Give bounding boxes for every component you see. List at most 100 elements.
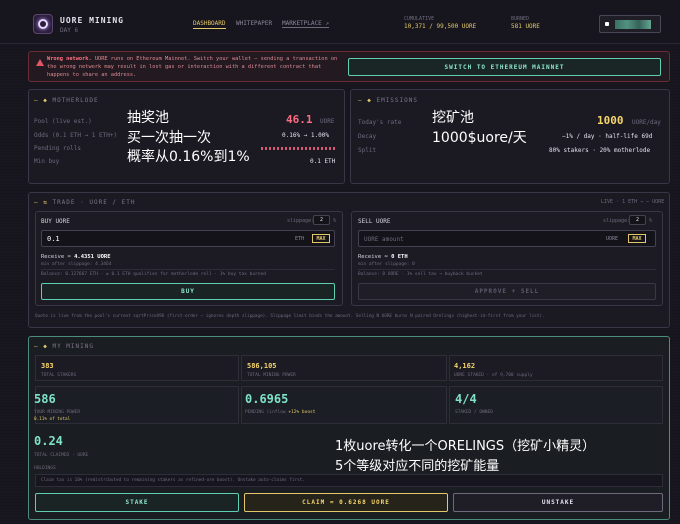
trade-title: TRADE · UORE / ETH	[52, 199, 136, 206]
buy-balance: Balance: 0.127667 ETH · ≥ 0.1 ETH qualif…	[41, 272, 266, 277]
nav-whitepaper[interactable]: WHITEPAPER	[236, 20, 272, 27]
odds-label: Odds (0.1 ETH → 1 ETH+)	[34, 132, 118, 139]
staked-supply: · of 9,700 supply	[486, 373, 533, 378]
motherlode-note-1: 抽奖池	[127, 110, 169, 126]
rate-label: Today's rate	[358, 119, 402, 126]
switch-network-button[interactable]: SWITCH TO ETHEREUM MAINNET	[348, 58, 661, 76]
rate-unit: UORE/day	[632, 119, 661, 126]
pool-value: 46.1	[286, 113, 313, 126]
sell-max-button[interactable]: MAX	[628, 234, 646, 243]
pending-label-main: PENDING (inflow	[245, 410, 286, 415]
motherlode-note-2: 买一次抽一次	[127, 130, 211, 146]
emissions-note-1: 挖矿池	[432, 110, 474, 126]
pickaxe-icon: — ◆	[34, 343, 53, 350]
nav-dashboard[interactable]: DASHBOARD	[193, 20, 226, 29]
sell-divider	[358, 269, 656, 270]
min-buy-value: 0.1 ETH	[310, 158, 336, 165]
motherlode-title: MOTHERLODE	[52, 97, 99, 104]
day-label: DAY 6	[60, 27, 79, 34]
claimed-value: 0.24	[34, 434, 63, 448]
mining-header: — ◆ MY MINING	[34, 343, 94, 350]
buy-button[interactable]: BUY	[41, 283, 335, 300]
trade-header: — ⇆ TRADE · UORE / ETH	[34, 199, 135, 206]
buy-slippage-input[interactable]: 2	[313, 215, 330, 225]
stakers-label: TOTAL STAKERS	[41, 373, 77, 378]
sell-receive-value: 0 ETH	[391, 254, 408, 260]
decay-label: Decay	[358, 133, 377, 140]
sell-title: SELL UORE	[358, 218, 391, 225]
buy-unit: ETH	[295, 236, 305, 242]
decay-value: −1% / day · half-life 69d	[562, 133, 653, 140]
trade-live-quote: LIVE · 1 ETH → ― UORE	[601, 199, 665, 205]
staked-owned-label: STAKED / OWNED	[455, 410, 493, 415]
logo-mark-icon	[38, 19, 48, 29]
sell-unit: UORE	[606, 236, 619, 242]
sell-receive: Receive ≈ 0 ETH	[358, 254, 408, 260]
staked-value: 4,162	[454, 362, 476, 370]
motherlode-header: — ◆ MOTHERLODE	[34, 97, 99, 104]
sell-balance: Balance: 0 UORE · 1% sell tax → buyback …	[358, 272, 483, 277]
cumulative-label: CUMULATIVE	[404, 16, 435, 22]
wallet-address-redacted	[615, 19, 651, 29]
warning-text: Wrong network. UORE runs on Ethereum Mai…	[47, 55, 343, 79]
pending-value: 0.6965	[245, 392, 289, 406]
buy-slippage-pct: %	[333, 218, 337, 224]
approve-sell-button[interactable]: APPROVE + SELL	[358, 283, 656, 300]
pending-rolls-dots	[261, 147, 337, 150]
mining-note-1: 1枚uore转化一个ORELINGS（挖矿小精灵）	[335, 439, 596, 454]
buy-slippage-label: slippage:	[287, 218, 315, 224]
stat-card-ratio	[449, 386, 663, 424]
stakers-value: 383	[41, 362, 54, 370]
holdings-text: Claim tax is 10% (redistributed to remai…	[41, 478, 305, 483]
buy-receive: Receive ≈ 4.4351 UORE	[41, 254, 111, 260]
pool-unit: UORE	[320, 118, 335, 125]
sell-min-after: min after slippage: 0	[358, 262, 415, 267]
mining-note-2: 5个等级对应不同的挖矿能量	[335, 459, 500, 474]
buy-divider	[41, 269, 335, 270]
buy-title: BUY UORE	[41, 218, 70, 225]
rate-value: 1000	[597, 114, 624, 127]
diamond-icon: — ◆	[34, 97, 53, 104]
sell-slippage-label: slippage:	[603, 218, 631, 224]
pending-rolls-label: Pending rolls	[34, 145, 81, 152]
split-value: 80% stakers · 20% motherlode	[549, 147, 651, 154]
your-power-value: 586	[34, 392, 56, 406]
unstake-button[interactable]: UNSTAKE	[453, 493, 663, 512]
total-power-value: 586,105	[247, 362, 277, 370]
emissions-header: — ◆ EMISSIONS	[358, 97, 418, 104]
pool-label: Pool (live est.)	[34, 118, 92, 125]
motherlode-note-3: 概率从0.16%到1%	[127, 149, 250, 165]
buy-amount-input[interactable]	[41, 230, 335, 247]
swap-icon: — ⇆	[34, 199, 53, 206]
odds-value: 0.16% → 1.00%	[282, 132, 329, 139]
wallet-button[interactable]	[599, 15, 661, 33]
your-power-share: 0.11% of total	[34, 417, 71, 422]
diamond-icon: — ◆	[358, 97, 377, 104]
buy-amount-value: 0.1	[47, 235, 60, 243]
holdings-label: HOLDINGS	[34, 466, 56, 471]
claim-button[interactable]: CLAIM ≈ 0.6268 UORE	[244, 493, 448, 512]
mining-title: MY MINING	[52, 343, 94, 350]
emissions-note-2: 1000$uore/天	[432, 130, 527, 146]
pending-label: PENDING (inflow +12% boost	[245, 410, 315, 415]
warning-icon	[36, 59, 44, 66]
nav-marketplace[interactable]: MARKETPLACE ↗	[282, 20, 329, 28]
sell-slippage-input[interactable]: 2	[629, 215, 646, 225]
sell-slippage-pct: %	[649, 218, 653, 224]
cumulative-value: 10,371 / 99,500 UORE	[404, 23, 477, 30]
buy-min-after: min after slippage: 4.3464	[41, 262, 112, 267]
stake-button[interactable]: STAKE	[35, 493, 239, 512]
sell-amount-placeholder: UORE amount	[364, 236, 404, 243]
pending-boost: +12% boost	[288, 410, 316, 415]
buy-max-button[interactable]: MAX	[312, 234, 330, 243]
burned-value: 581 UORE	[511, 23, 540, 30]
staked-label: UORE STAKED · of 9,700 supply	[454, 373, 533, 378]
split-label: Split	[358, 147, 377, 154]
staked-label-main: UORE STAKED	[454, 373, 484, 378]
wallet-status-icon	[605, 22, 609, 26]
total-power-label: TOTAL MINING POWER	[247, 373, 296, 378]
claimed-label: TOTAL CLAIMED · UORE	[34, 453, 89, 458]
min-buy-label: Min buy	[34, 158, 60, 165]
buy-receive-value: 4.4351 UORE	[74, 254, 111, 260]
your-power-label: YOUR MINING POWER	[34, 410, 81, 415]
